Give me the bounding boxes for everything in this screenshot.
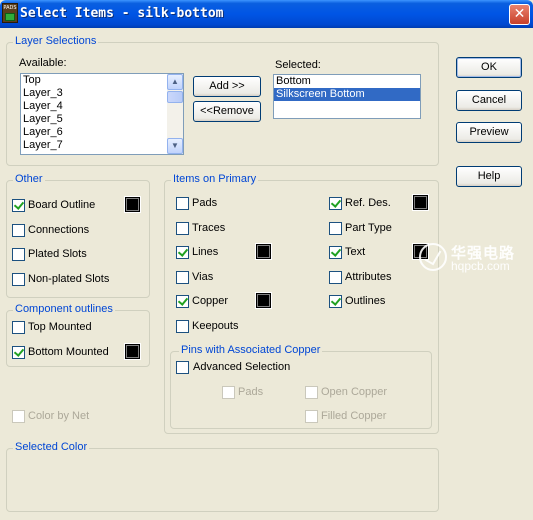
filled-copper-checkbox[interactable] <box>305 410 318 423</box>
advanced-selection-checkbox[interactable] <box>176 361 189 374</box>
available-list-item[interactable]: Layer_4 <box>21 100 183 113</box>
selected-color-group: Selected Color <box>6 441 439 512</box>
top-mounted-label: Top Mounted <box>28 321 92 333</box>
watermark-url-text: hqpcb.com <box>451 259 510 273</box>
ok-button[interactable]: OK <box>456 57 522 78</box>
bottom-mounted-label: Bottom Mounted <box>28 345 109 358</box>
selected-list-item[interactable]: Silkscreen Bottom <box>274 88 420 101</box>
pads-copper-label: Pads <box>238 386 264 398</box>
attributes-label: Attributes <box>345 270 392 283</box>
pads-copper-checkbox[interactable] <box>222 386 235 399</box>
part-type-label: Part Type <box>345 221 392 234</box>
other-group-label: Other <box>13 173 45 185</box>
layer-selections-label: Layer Selections <box>13 35 99 47</box>
part-type-checkbox[interactable] <box>329 221 342 235</box>
copper-checkbox[interactable] <box>176 295 189 308</box>
chip-icon <box>5 13 15 21</box>
lines-label: Lines <box>192 246 219 258</box>
available-list-item[interactable]: Layer_7 <box>21 139 183 152</box>
bottom-mounted-color-swatch[interactable] <box>124 342 141 360</box>
available-list-item[interactable]: Top <box>21 74 183 87</box>
pins-copper-label: Pins with Associated Copper <box>179 344 323 356</box>
copper-label: Copper <box>192 295 229 307</box>
ref-des-color-swatch[interactable] <box>412 194 429 211</box>
window-title: Select Items - silk-bottom <box>20 6 224 21</box>
board-outline-color-swatch[interactable] <box>124 196 141 213</box>
available-list-item[interactable]: Layer_5 <box>21 113 183 126</box>
ref-des-label: Ref. Des. <box>345 197 391 209</box>
open-copper-label: Open Copper <box>321 386 388 398</box>
items-on-primary-label: Items on Primary <box>171 173 259 185</box>
color-by-net-label: Color by Net <box>28 410 90 422</box>
top-mounted-checkbox[interactable] <box>12 321 25 334</box>
pads-app-icon: PADS <box>2 3 18 23</box>
title-bar: PADS Select Items - silk-bottom ✕ <box>0 0 533 28</box>
traces-label: Traces <box>192 221 226 234</box>
available-scrollbar[interactable]: ▲ ▼ <box>167 74 183 154</box>
lines-checkbox[interactable] <box>176 246 189 259</box>
text-label: Text <box>345 246 366 258</box>
scroll-up-icon[interactable]: ▲ <box>167 74 183 90</box>
board-outline-label: Board Outline <box>28 199 96 211</box>
selected-color-label: Selected Color <box>13 441 90 453</box>
non-plated-slots-checkbox[interactable] <box>12 272 25 286</box>
keepouts-label: Keepouts <box>192 319 239 332</box>
available-list-item[interactable]: Layer_3 <box>21 87 183 100</box>
color-by-net-checkbox[interactable] <box>12 410 25 423</box>
watermark: 华强电路 hqpcb.com <box>419 240 529 276</box>
bottom-mounted-checkbox[interactable] <box>12 345 25 359</box>
pads-checkbox[interactable] <box>176 197 189 210</box>
selected-list-item[interactable]: Bottom <box>274 75 420 88</box>
add-button[interactable]: Add >> <box>193 76 261 97</box>
ref-des-checkbox[interactable] <box>329 197 342 210</box>
traces-checkbox[interactable] <box>176 221 189 235</box>
open-copper-checkbox[interactable] <box>305 386 318 399</box>
close-button[interactable]: ✕ <box>509 4 530 25</box>
available-list-item[interactable]: Layer_6 <box>21 126 183 139</box>
watermark-logo-icon <box>419 243 447 271</box>
component-outlines-label: Component outlines <box>13 303 115 315</box>
filled-copper-label: Filled Copper <box>321 410 387 422</box>
non-plated-slots-label: Non-plated Slots <box>28 272 110 285</box>
vias-label: Vias <box>192 270 214 283</box>
outlines-label: Outlines <box>345 295 386 307</box>
available-label: Available: <box>19 57 67 69</box>
help-button[interactable]: Help <box>456 166 522 187</box>
plated-slots-checkbox[interactable] <box>12 248 25 261</box>
copper-color-swatch[interactable] <box>255 292 272 309</box>
attributes-checkbox[interactable] <box>329 270 342 284</box>
preview-button[interactable]: Preview <box>456 122 522 143</box>
selected-listbox[interactable]: Bottom Silkscreen Bottom <box>273 74 421 119</box>
scroll-thumb[interactable] <box>167 91 183 103</box>
vias-checkbox[interactable] <box>176 270 189 284</box>
app-icon-text: PADS <box>3 5 17 11</box>
advanced-selection-label: Advanced Selection <box>193 361 291 373</box>
keepouts-checkbox[interactable] <box>176 319 189 333</box>
text-checkbox[interactable] <box>329 246 342 259</box>
connections-label: Connections <box>28 223 90 236</box>
pads-label: Pads <box>192 197 218 209</box>
scroll-down-icon[interactable]: ▼ <box>167 138 183 154</box>
board-outline-checkbox[interactable] <box>12 199 25 212</box>
connections-checkbox[interactable] <box>12 223 25 237</box>
lines-color-swatch[interactable] <box>255 243 272 260</box>
available-listbox[interactable]: Top Layer_3 Layer_4 Layer_5 Layer_6 Layer_7 ▲… <box>20 73 184 155</box>
plated-slots-label: Plated Slots <box>28 248 87 260</box>
outlines-checkbox[interactable] <box>329 295 342 308</box>
selected-label: Selected: <box>275 59 321 71</box>
cancel-button[interactable]: Cancel <box>456 90 522 111</box>
remove-button[interactable]: <<Remove <box>193 101 261 122</box>
